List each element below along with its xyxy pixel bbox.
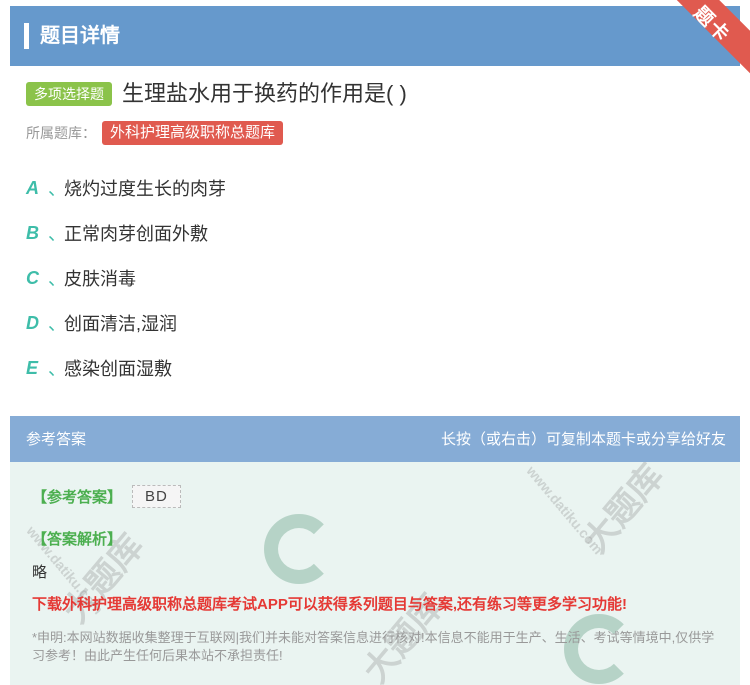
answer-key-label: 【参考答案】 — [32, 489, 123, 506]
header-bar: 题目详情 — [10, 6, 740, 66]
page-title: 题目详情 — [40, 25, 120, 47]
answer-key-value: BD — [132, 485, 181, 508]
bank-tag-link[interactable]: 外科护理高级职称总题库 — [102, 121, 284, 145]
option-separator: 、 — [48, 314, 66, 334]
option-separator: 、 — [48, 179, 66, 199]
option-text: 感染创面湿敷 — [64, 359, 172, 379]
option-separator: 、 — [48, 359, 66, 379]
option-d[interactable]: D 、 创面清洁,湿润 — [26, 308, 226, 338]
watermark-logo-icon — [264, 514, 334, 584]
option-a[interactable]: A 、 烧灼过度生长的肉芽 — [26, 173, 226, 203]
option-b[interactable]: B 、 正常肉芽创面外敷 — [26, 218, 226, 248]
option-text: 皮肤消毒 — [64, 269, 136, 289]
options-list: A 、 烧灼过度生长的肉芽 B 、 正常肉芽创面外敷 C 、 皮肤消毒 D 、 … — [26, 173, 226, 398]
option-letter: E — [26, 357, 39, 378]
option-letter: B — [26, 222, 39, 243]
answer-key-row: 【参考答案】 BD — [32, 485, 181, 508]
disclaimer-text: *申明:本网站数据收集整理于互联网|我们并未能对答案信息进行核对!本信息不能用于… — [32, 630, 715, 663]
option-letter: A — [26, 177, 39, 198]
bank-row: 所属题库： 外科护理高级职称总题库 — [26, 120, 284, 146]
answer-bar: 参考答案 长按（或右击）可复制本题卡或分享给好友 — [10, 416, 740, 462]
option-c[interactable]: C 、 皮肤消毒 — [26, 263, 226, 293]
option-text: 创面清洁,湿润 — [64, 314, 178, 334]
question-type-badge: 多项选择题 — [26, 82, 112, 106]
header-accent — [24, 23, 29, 49]
answer-body: 大题库 大题库 大题库 www.datiku.com www.datiku.co… — [10, 462, 740, 685]
option-separator: 、 — [48, 269, 66, 289]
app-promo-link[interactable]: 下载外科护理高级职称总题库考试APP可以获得系列题目与答案,还有练习等更多学习功… — [32, 593, 627, 614]
option-e[interactable]: E 、 感染创面湿敷 — [26, 353, 226, 383]
option-text: 正常肉芽创面外敷 — [64, 224, 208, 244]
question-title: 生理盐水用于换药的作用是( ) — [122, 81, 407, 106]
answer-bar-label: 参考答案 — [26, 431, 87, 448]
analysis-label: 【答案解析】 — [32, 531, 123, 548]
question-row: 多项选择题 生理盐水用于换药的作用是( ) — [26, 78, 407, 110]
option-letter: C — [26, 267, 39, 288]
analysis-value: 略 — [32, 564, 48, 581]
answer-bar-hint: 长按（或右击）可复制本题卡或分享给好友 — [440, 431, 726, 448]
option-text: 烧灼过度生长的肉芽 — [64, 179, 226, 199]
option-letter: D — [26, 312, 39, 333]
bank-label: 所属题库： — [26, 125, 96, 141]
option-separator: 、 — [48, 224, 66, 244]
